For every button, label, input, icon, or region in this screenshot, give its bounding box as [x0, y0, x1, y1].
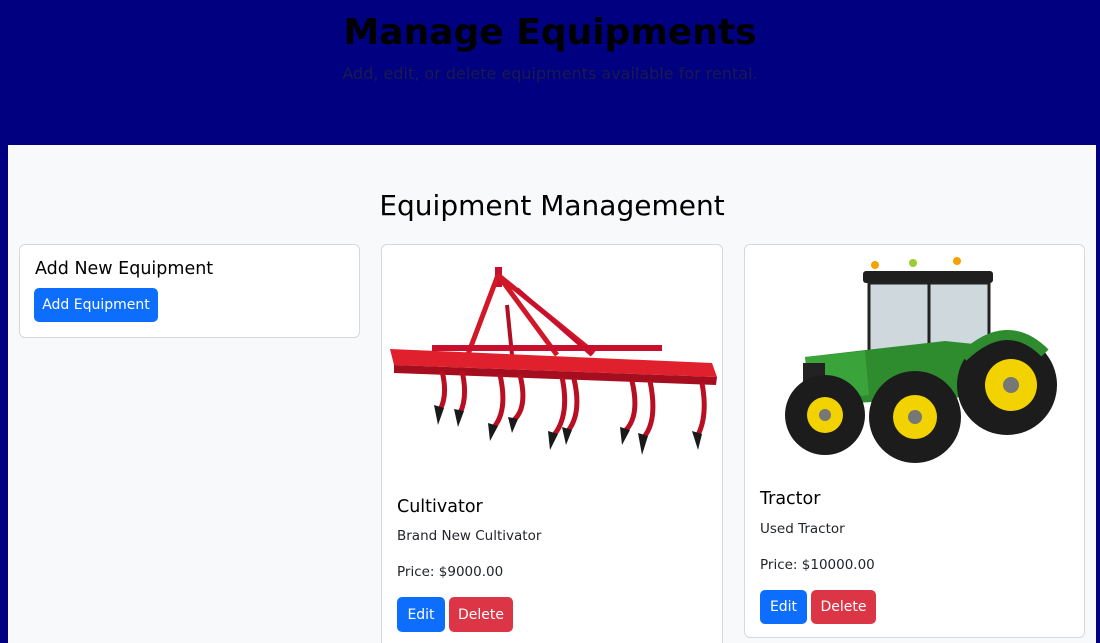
main-content: Equipment Management Add New Equipment A… — [8, 145, 1096, 643]
delete-button[interactable]: Delete — [449, 597, 513, 632]
delete-button[interactable]: Delete — [811, 590, 876, 624]
edit-button[interactable]: Edit — [397, 597, 445, 632]
edit-button[interactable]: Edit — [760, 590, 807, 624]
add-equipment-title: Add New Equipment — [35, 259, 214, 279]
page-header: Manage Equipments Add, edit, or delete e… — [0, 0, 1100, 145]
tractor-image — [745, 245, 1084, 470]
page-title: Manage Equipments — [343, 12, 757, 53]
add-equipment-card: Add New Equipment Add Equipment — [19, 244, 360, 338]
section-heading: Equipment Management — [379, 189, 725, 222]
equipment-card: Tractor Used Tractor Price: $10000.00 Ed… — [744, 244, 1085, 638]
equipment-price: Price: $10000.00 — [760, 557, 875, 573]
equipment-description: Used Tractor — [760, 521, 845, 537]
equipment-card: Cultivator Brand New Cultivator Price: $… — [381, 244, 723, 643]
equipment-description: Brand New Cultivator — [397, 528, 542, 544]
equipment-price: Price: $9000.00 — [397, 564, 504, 580]
equipment-name: Cultivator — [397, 497, 483, 517]
page-subtitle: Add, edit, or delete equipments availabl… — [342, 64, 758, 83]
cultivator-image — [382, 245, 722, 480]
equipment-name: Tractor — [760, 489, 821, 509]
add-equipment-button[interactable]: Add Equipment — [34, 288, 158, 322]
